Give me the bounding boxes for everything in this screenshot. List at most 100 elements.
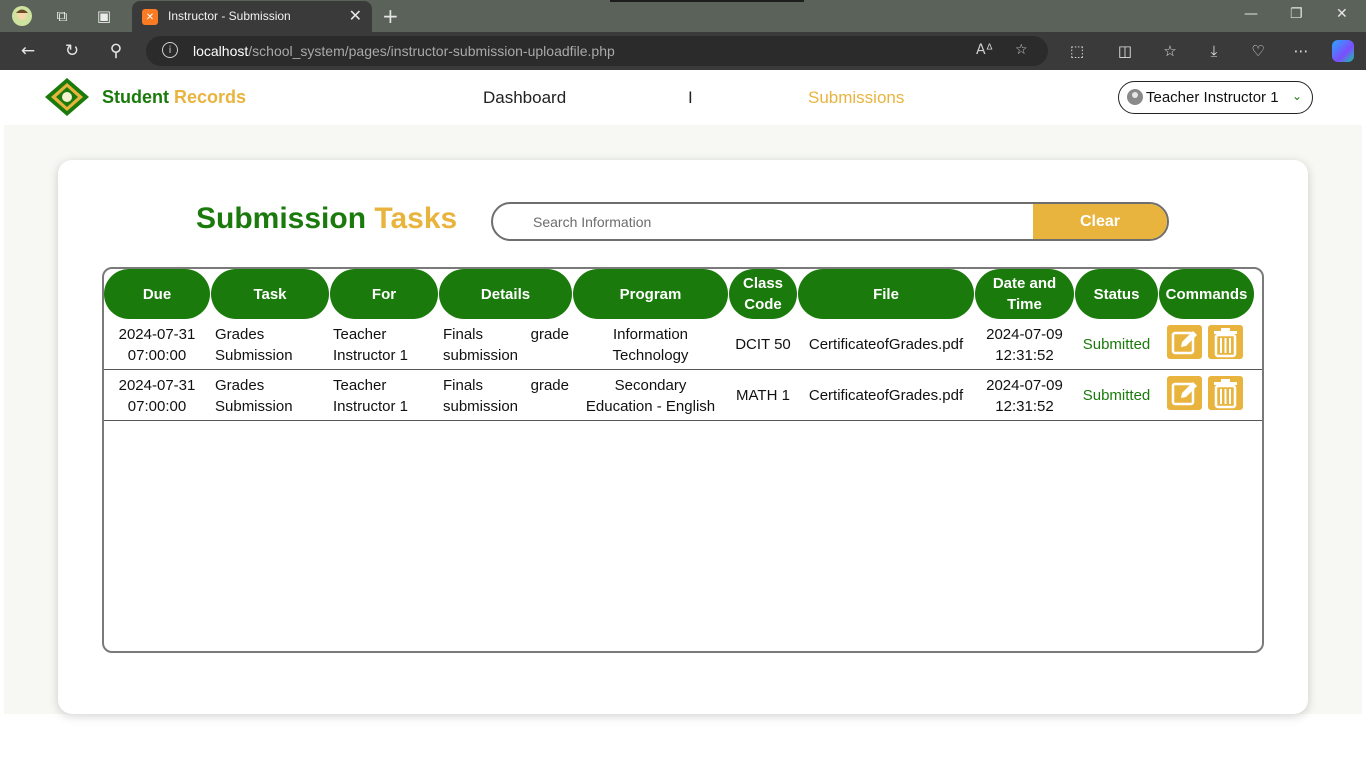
details-word-2: grade (530, 325, 569, 343)
program-line2: Education - English (585, 397, 716, 415)
nav-dashboard[interactable]: Dashboard (483, 88, 566, 108)
search-icon[interactable]: ⚲ (105, 40, 127, 62)
refresh-icon[interactable]: ↻ (61, 40, 83, 62)
header-class-code-line2: Code (744, 296, 782, 313)
due-time: 07:00:00 (127, 346, 187, 364)
cell-status: Submitted (1082, 336, 1151, 353)
page-viewport: Student Records Dashboard I Submissions … (4, 70, 1362, 762)
details-word-2: grade (530, 376, 569, 394)
close-window-icon[interactable]: ✕ (1336, 6, 1348, 22)
cell-details: Finals grade submission (443, 370, 569, 421)
for-line2: Instructor 1 (333, 397, 409, 415)
header-commands[interactable]: Commands (1159, 269, 1254, 319)
copilot-icon[interactable] (1332, 40, 1354, 62)
header-class-code-line1: Class (742, 275, 784, 292)
restore-icon[interactable]: ❐ (1290, 6, 1303, 22)
brand-name[interactable]: Student Records (102, 87, 246, 108)
due-time: 07:00:00 (127, 397, 187, 415)
more-menu-icon[interactable]: ⋯ (1291, 41, 1311, 61)
profile-avatar-icon[interactable] (11, 5, 33, 27)
header-file[interactable]: File (798, 269, 974, 319)
workspaces-icon[interactable]: ⧉ (51, 5, 73, 27)
user-name: Teacher Instructor 1 (1146, 89, 1279, 106)
submitted-time: 12:31:52 (995, 397, 1054, 415)
url-text: localhost/school_system/pages/instructor… (193, 43, 615, 59)
extensions-icon[interactable]: ⬚ (1067, 41, 1087, 61)
new-tab-icon[interactable]: + (382, 4, 399, 28)
edit-button[interactable] (1167, 325, 1202, 359)
due-date: 2024-07-31 (118, 325, 196, 343)
user-avatar-icon (1127, 89, 1143, 105)
task-line1: Grades (215, 376, 265, 394)
submitted-time: 12:31:52 (995, 346, 1054, 364)
table-row: 2024-07-31 07:00:00 Grades Submission Te… (104, 319, 1262, 370)
active-tab[interactable]: ✕ Instructor - Submission ✕ (132, 1, 372, 32)
cell-program: Secondary Education - English (573, 370, 728, 421)
cell-due: 2024-07-31 07:00:00 (104, 370, 210, 421)
clear-button[interactable]: Clear (1033, 204, 1167, 239)
details-line1: Finals grade (443, 375, 569, 396)
header-class-code[interactable]: Class Code (729, 269, 797, 319)
submitted-date: 2024-07-09 (986, 325, 1063, 343)
delete-button[interactable] (1208, 376, 1243, 410)
cell-task: Grades Submission (215, 319, 329, 370)
header-task[interactable]: Task (211, 269, 329, 319)
site-info-icon[interactable]: i (162, 42, 178, 58)
cell-file[interactable]: CertificateofGrades.pdf (798, 319, 974, 370)
trash-icon (1214, 379, 1237, 409)
table-row: 2024-07-31 07:00:00 Grades Submission Te… (104, 370, 1262, 421)
header-due[interactable]: Due (104, 269, 210, 319)
browser-essentials-icon[interactable]: ♡ (1248, 41, 1268, 61)
browser-tab-bar: ⧉ ▣ ✕ Instructor - Submission ✕ + — ❐ ✕ (0, 0, 1366, 32)
browser-address-bar: ← ↻ ⚲ i localhost/school_system/pages/in… (0, 32, 1366, 70)
cell-class-code: DCIT 50 (735, 336, 791, 353)
nav-submissions[interactable]: Submissions (808, 88, 904, 108)
details-line1: Finals grade (443, 324, 569, 345)
header-details[interactable]: Details (439, 269, 572, 319)
tab-strip-indicator (610, 0, 804, 2)
user-dropdown[interactable]: Teacher Instructor 1 ⌄ (1118, 81, 1313, 114)
submission-table: Due Task For Details Program Class Code … (102, 267, 1264, 653)
details-word-1: Finals (443, 325, 484, 343)
cell-due: 2024-07-31 07:00:00 (104, 319, 210, 370)
program-line2: Technology (612, 346, 689, 364)
url-field[interactable]: i localhost/school_system/pages/instruct… (146, 36, 1048, 66)
details-word-1: Finals (443, 376, 484, 394)
minimize-icon[interactable]: — (1244, 6, 1258, 22)
search-bar: Clear (491, 202, 1169, 241)
school-logo-icon[interactable] (44, 77, 90, 117)
delete-button[interactable] (1208, 325, 1243, 359)
cell-for: Teacher Instructor 1 (333, 319, 438, 370)
table-header: Due Task For Details Program Class Code … (104, 269, 1262, 319)
cell-file[interactable]: CertificateofGrades.pdf (798, 370, 974, 421)
favorites-icon[interactable]: ☆ (1160, 41, 1180, 61)
header-program[interactable]: Program (573, 269, 728, 319)
cell-task: Grades Submission (215, 370, 329, 421)
tab-title: Instructor - Submission (168, 9, 291, 23)
header-for[interactable]: For (330, 269, 438, 319)
edit-icon (1171, 331, 1197, 355)
edit-button[interactable] (1167, 376, 1202, 410)
header-status[interactable]: Status (1075, 269, 1158, 319)
chevron-down-icon: ⌄ (1291, 89, 1302, 103)
xampp-favicon-icon: ✕ (142, 9, 158, 25)
details-line2: submission (443, 346, 519, 364)
submitted-date: 2024-07-09 (986, 376, 1063, 394)
program-line1: Information (612, 325, 689, 343)
cell-program: Information Technology (573, 319, 728, 370)
downloads-icon[interactable]: ⤓ (1204, 41, 1224, 61)
for-line1: Teacher (333, 376, 387, 394)
tab-actions-icon[interactable]: ▣ (93, 5, 115, 27)
favorite-star-icon[interactable]: ☆ (1015, 42, 1028, 58)
search-input[interactable] (493, 204, 1035, 239)
split-screen-icon[interactable]: ◫ (1115, 41, 1135, 61)
header-date-time[interactable]: Date and Time (975, 269, 1074, 319)
header-date-time-line1: Date and (992, 275, 1057, 292)
details-line2: submission (443, 397, 519, 415)
back-icon[interactable]: ← (17, 40, 39, 62)
cell-class-code: MATH 1 (736, 387, 790, 404)
header-date-time-line2: Time (1007, 296, 1042, 313)
read-aloud-icon[interactable]: Aᐞ (976, 42, 993, 58)
close-tab-icon[interactable]: ✕ (349, 6, 362, 25)
submission-card: Submission Tasks Clear Due Task For Deta… (58, 160, 1308, 714)
